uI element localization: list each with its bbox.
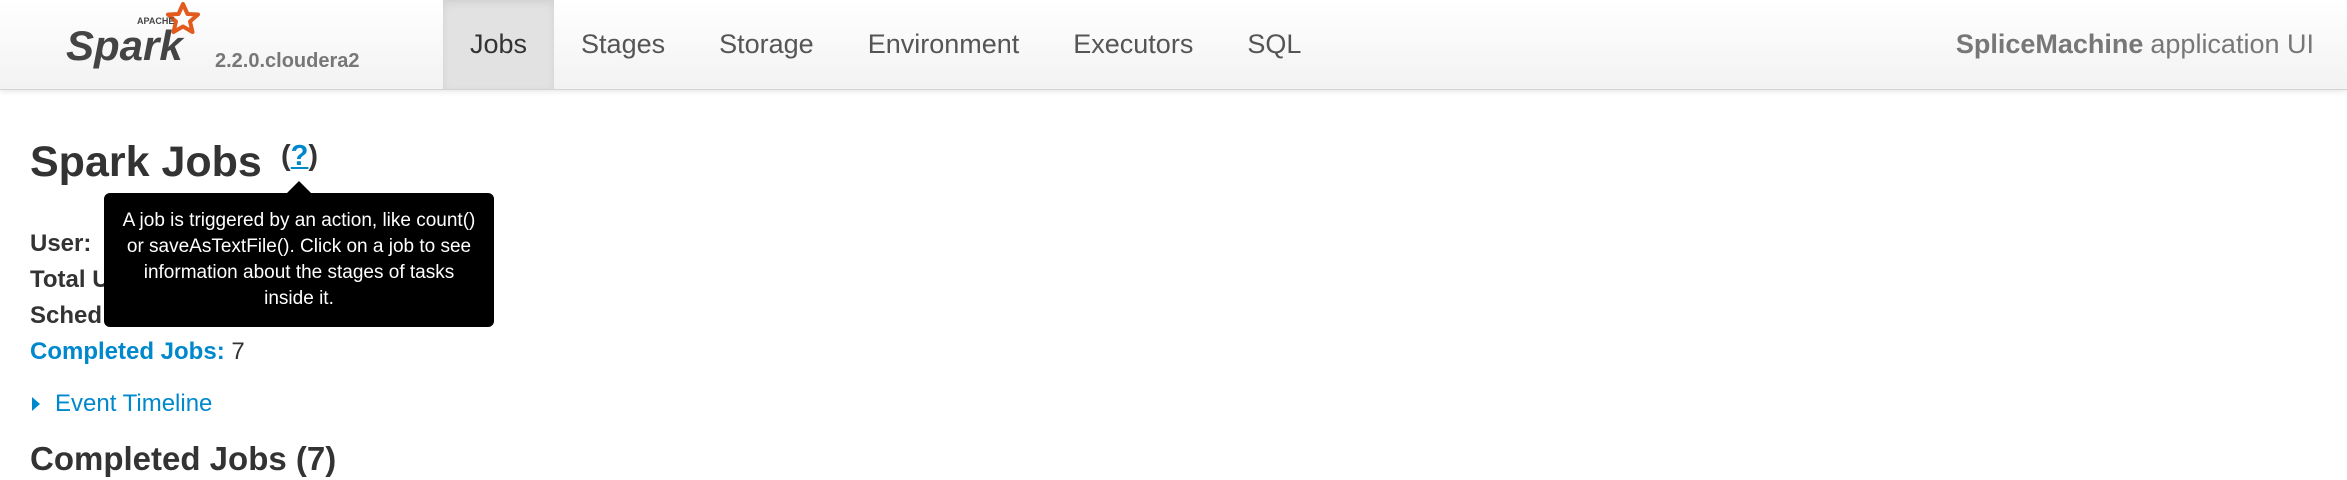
tab-sql[interactable]: SQL <box>1220 0 1328 89</box>
tab-environment[interactable]: Environment <box>841 0 1047 89</box>
total-uptime-label: Total U <box>30 266 110 293</box>
help-tooltip-trigger[interactable]: (?) <box>281 140 318 173</box>
summary-completed-jobs: Completed Jobs: 7 <box>30 334 245 370</box>
logo-word: Spark <box>66 22 185 69</box>
page-title: Spark Jobs <box>30 138 262 186</box>
tab-jobs[interactable]: Jobs <box>443 0 555 89</box>
help-paren-close: ) <box>308 140 319 172</box>
version-label: 2.2.0.cloudera2 <box>215 50 360 72</box>
navbar: APACHE Spark 2.2.0.cloudera2 Jobs Stages… <box>0 0 2347 90</box>
nav-tabs: Jobs Stages Storage Environment Executor… <box>443 0 1328 89</box>
help-question-mark[interactable]: ? <box>291 140 309 172</box>
user-label: User: <box>30 230 92 257</box>
completed-jobs-heading[interactable]: Completed Jobs (7) <box>30 440 336 478</box>
tooltip-arrow <box>287 181 311 193</box>
application-name-bold: SpliceMachine <box>1955 29 2144 59</box>
caret-right-icon <box>32 397 40 411</box>
tab-stages[interactable]: Stages <box>554 0 692 89</box>
completed-jobs-link[interactable]: Completed Jobs: <box>30 338 225 365</box>
help-tooltip: A job is triggered by an action, like co… <box>104 193 494 327</box>
completed-jobs-count: 7 <box>231 338 245 365</box>
tab-executors[interactable]: Executors <box>1046 0 1220 89</box>
application-name-suffix: application UI <box>2150 29 2314 59</box>
event-timeline-toggle[interactable]: Event Timeline <box>32 390 212 418</box>
spark-logo[interactable]: APACHE Spark 2.2.0.cloudera2 <box>62 0 392 89</box>
spark-logo-graphic: APACHE Spark <box>66 2 200 69</box>
tab-storage[interactable]: Storage <box>692 0 841 89</box>
help-paren-open: ( <box>281 140 291 172</box>
application-name: SpliceMachine application UI <box>1956 0 2314 89</box>
event-timeline-label: Event Timeline <box>55 390 213 417</box>
scheduling-mode-label: Sched <box>30 302 103 329</box>
